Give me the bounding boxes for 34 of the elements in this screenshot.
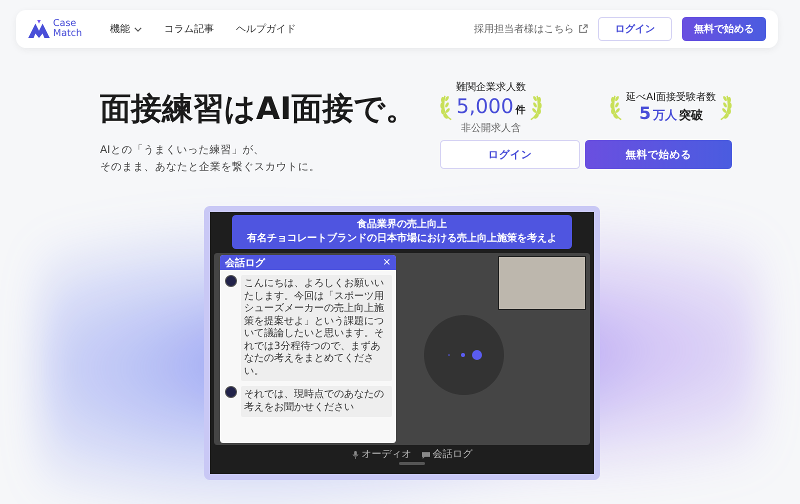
external-link-icon: [578, 24, 588, 34]
topic-title: 有名チョコレートブランドの日本市場における売上向上施策を考えよ: [247, 232, 557, 245]
avatar-icon: [225, 386, 237, 398]
hero-heading: 面接練習はAI面接で。: [100, 90, 418, 129]
chat-message: こんにちは、よろしくお願いいたします。今回は「スポーツ用シューズメーカーの売上向上施策を提案せよ」という課題について議論したいと思います。それでは3分程待つので、まずあなたの考えをまとめてください。: [241, 275, 392, 381]
stat-label: 難関企業求人数: [456, 80, 526, 94]
stat-label: 延べAI面接受験者数: [626, 90, 716, 104]
logo-icon[interactable]: [28, 20, 50, 38]
avatar-icon: [225, 275, 237, 287]
stat-unit: 件: [516, 104, 526, 117]
nav-link[interactable]: ヘルプガイド: [236, 22, 296, 36]
stat-value: 5: [639, 104, 652, 124]
chat-message: それでは、現時点でのあなたの考えをお聞かせください: [241, 386, 392, 417]
control-button[interactable]: 会話ログ: [422, 449, 472, 461]
stat-suffix: 突破: [679, 107, 704, 124]
microphone-icon: [352, 451, 358, 459]
chat-icon: [422, 452, 430, 458]
nav-link[interactable]: コラム記事: [164, 22, 214, 36]
stat-unit: 万人: [653, 107, 678, 124]
stat-note: 非公開求人含: [461, 123, 521, 134]
signup-button[interactable]: 無料で始める: [585, 140, 732, 169]
chat-title: 会話ログ: [225, 256, 265, 270]
hero-subtext: AIとの「うまくいった練習」が、 そのまま、あなたと企業を繋ぐスカウトに。: [100, 143, 321, 175]
signup-button[interactable]: 無料で始める: [682, 17, 766, 41]
chevron-down-icon: [134, 26, 142, 32]
control-button[interactable]: オーディオ: [352, 449, 412, 461]
login-button[interactable]: ログイン: [598, 17, 672, 41]
login-button[interactable]: ログイン: [440, 140, 580, 169]
topic-category: 食品業界の売上向上: [357, 219, 447, 230]
stat-value: 5,000: [456, 94, 514, 120]
close-button[interactable]: ×: [382, 257, 391, 268]
recruiter-link[interactable]: 採用担当者様はこちら: [474, 22, 588, 36]
nav-link[interactable]: 機能: [110, 22, 142, 36]
logo-text[interactable]: Case Match: [53, 19, 82, 39]
